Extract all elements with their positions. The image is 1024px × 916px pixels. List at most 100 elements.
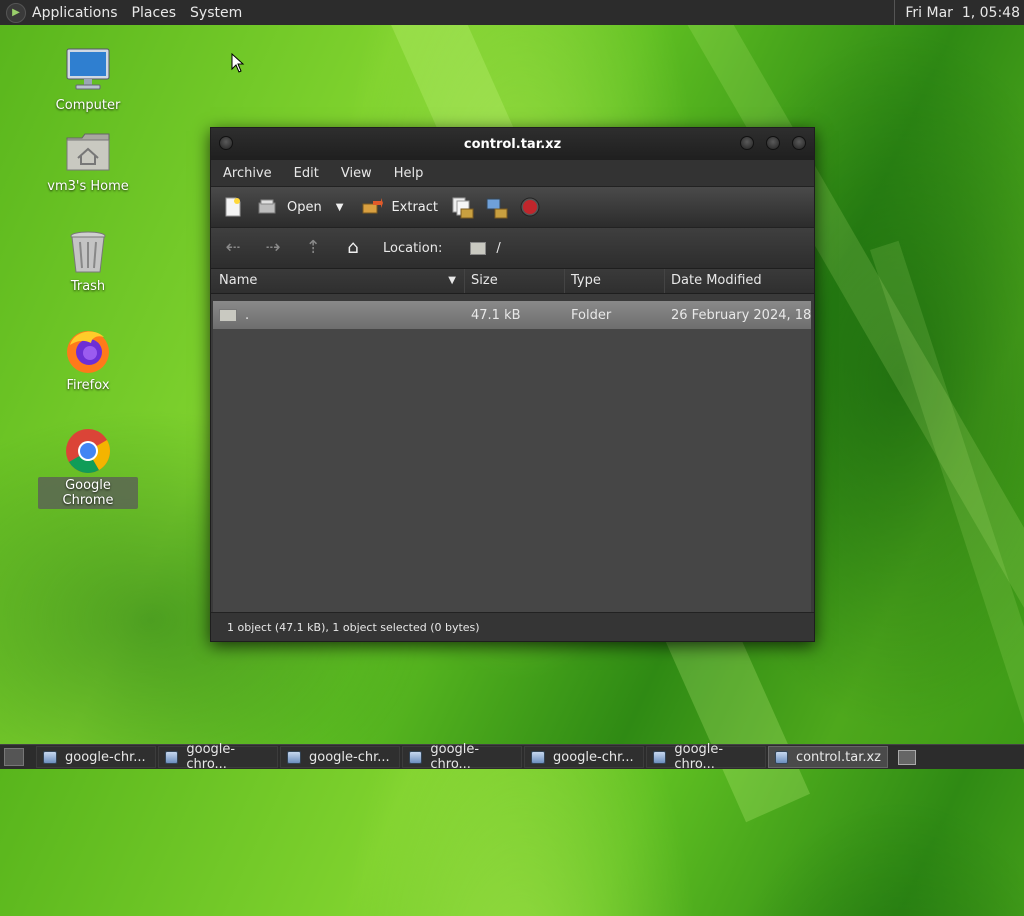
window-icon — [43, 750, 57, 764]
mate-menu-icon[interactable]: ▶ — [6, 2, 26, 23]
taskbar-item[interactable]: google-chr... — [280, 746, 400, 768]
menu-edit[interactable]: Edit — [294, 166, 319, 181]
forward-arrow-icon[interactable]: ⇢ — [263, 238, 283, 258]
window-titlebar[interactable]: control.tar.xz — [211, 128, 814, 160]
minimize-button[interactable] — [740, 136, 754, 150]
desktop-icon-computer[interactable]: Computer — [38, 47, 138, 114]
window-icon — [653, 750, 667, 764]
add-folder-icon — [486, 197, 508, 219]
menu-help[interactable]: Help — [394, 166, 424, 181]
add-files-icon — [452, 197, 474, 219]
taskbar-item[interactable]: google-chr... — [36, 746, 156, 768]
archive-manager-window: control.tar.xz Archive Edit View Help Op… — [210, 127, 815, 642]
row-type: Folder — [571, 307, 612, 323]
column-name[interactable]: Name ▼ — [213, 269, 465, 293]
taskbar-item-label: control.tar.xz — [795, 749, 881, 765]
menu-archive[interactable]: Archive — [223, 166, 272, 181]
column-date-label: Date Modified — [671, 273, 762, 288]
extract-icon — [361, 197, 384, 217]
computer-icon — [64, 47, 112, 95]
column-type-label: Type — [571, 273, 601, 288]
show-desktop-icon[interactable] — [4, 748, 24, 766]
clock: Fri Mar 1, 05:48 — [905, 4, 1020, 21]
window-icon — [165, 750, 179, 764]
column-date[interactable]: Date Modified — [665, 269, 811, 293]
new-document-icon — [223, 197, 243, 217]
row-date: 26 February 2024, 18... — [671, 307, 811, 323]
window-icon — [531, 750, 545, 764]
taskbar-item-label: google-chr... — [65, 749, 146, 765]
taskbar-item-active[interactable]: control.tar.xz — [768, 746, 888, 768]
desktop-icon-firefox[interactable]: Firefox — [38, 327, 138, 394]
desktop-icon-home[interactable]: vm3's Home — [38, 128, 138, 195]
home-folder-icon — [64, 128, 112, 176]
toolbar: Open ▼ Extract — [211, 186, 814, 227]
mouse-cursor-icon — [231, 53, 245, 73]
taskbar-item[interactable]: google-chr... — [524, 746, 644, 768]
desktop-icon-label: Firefox — [66, 378, 110, 393]
menu-view[interactable]: View — [341, 166, 372, 181]
row-name: . — [245, 307, 250, 323]
desktop-icon-label: Computer — [55, 98, 121, 113]
trash-icon — [64, 228, 112, 276]
add-files-button[interactable] — [452, 197, 474, 219]
location-folder-icon — [470, 241, 487, 255]
up-arrow-icon[interactable]: ⇡ — [303, 238, 323, 258]
firefox-icon — [64, 327, 112, 375]
window-icon — [775, 750, 788, 764]
open-label: Open — [287, 199, 322, 215]
places-menu[interactable]: Places — [132, 5, 177, 21]
row-size: 47.1 kB — [471, 307, 521, 323]
close-button[interactable] — [792, 136, 806, 150]
open-archive-icon — [257, 197, 277, 217]
location-label: Location: — [383, 240, 443, 256]
new-archive-button[interactable] — [223, 197, 243, 217]
column-size-label: Size — [471, 273, 498, 288]
applications-menu[interactable]: Applications — [32, 5, 118, 21]
table-row[interactable]: . 47.1 kB Folder 26 February 2024, 18... — [213, 301, 811, 329]
file-list[interactable]: . 47.1 kB Folder 26 February 2024, 18... — [213, 301, 811, 612]
open-dropdown-button[interactable]: ▼ — [336, 202, 344, 213]
stop-button[interactable] — [520, 197, 540, 217]
workspace-switcher[interactable] — [898, 749, 916, 765]
desktop-icon-label: Google Chrome — [38, 477, 138, 509]
taskbar-item-label: google-chr... — [553, 749, 634, 765]
column-type[interactable]: Type — [565, 269, 665, 293]
stop-icon — [520, 197, 540, 217]
taskbar-item-label: google-chr... — [309, 749, 390, 765]
taskbar-item[interactable]: google-chro... — [402, 742, 522, 772]
desktop-icon-label: Trash — [70, 279, 106, 294]
column-size[interactable]: Size — [465, 269, 565, 293]
taskbar-item[interactable]: google-chro... — [158, 742, 278, 772]
window-icon — [409, 750, 423, 764]
back-arrow-icon[interactable]: ⇠ — [223, 238, 243, 258]
location-bar: ⇠ ⇢ ⇡ ⌂ Location: / — [211, 227, 814, 268]
chrome-icon — [64, 427, 112, 475]
top-panel: ▶ Applications Places System Fri Mar 1, … — [0, 0, 1024, 25]
add-folder-button[interactable] — [486, 197, 508, 219]
sort-arrow-icon: ▼ — [448, 275, 456, 286]
status-text: 1 object (47.1 kB), 1 object selected (0… — [227, 620, 480, 634]
clock-applet[interactable]: Fri Mar 1, 05:48 — [894, 0, 1024, 25]
window-menubar: Archive Edit View Help — [211, 160, 814, 186]
window-icon — [287, 750, 301, 764]
bottom-panel: google-chr... google-chro... google-chr.… — [0, 742, 1024, 772]
location-path[interactable]: / — [496, 241, 500, 256]
extract-button[interactable]: Extract — [361, 197, 438, 217]
dropdown-arrow-icon: ▼ — [335, 201, 344, 213]
desktop-icon-chrome[interactable]: Google Chrome — [38, 427, 138, 509]
desktop-icon-trash[interactable]: Trash — [38, 228, 138, 295]
column-header: Name ▼ Size Type Date Modified — [211, 268, 814, 294]
system-menu[interactable]: System — [190, 5, 242, 21]
folder-icon — [219, 308, 237, 322]
row-name-cell: . — [213, 308, 465, 323]
taskbar-item[interactable]: google-chro... — [646, 742, 766, 772]
desktop-icon-label: vm3's Home — [47, 179, 129, 194]
home-icon[interactable]: ⌂ — [343, 238, 363, 258]
status-bar: 1 object (47.1 kB), 1 object selected (0… — [211, 612, 814, 641]
maximize-button[interactable] — [766, 136, 780, 150]
window-title: control.tar.xz — [463, 137, 562, 152]
extract-label: Extract — [391, 199, 438, 215]
open-button[interactable]: Open — [257, 197, 322, 217]
column-name-label: Name — [219, 273, 258, 288]
